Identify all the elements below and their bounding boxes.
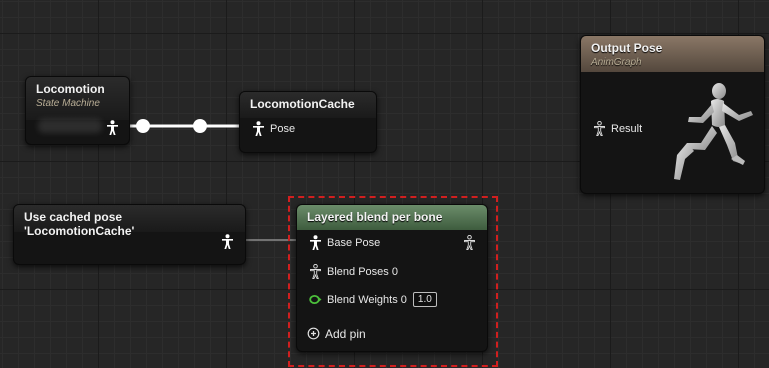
node-header: Output Pose AnimGraph bbox=[581, 36, 764, 72]
float-pin-icon[interactable] bbox=[309, 292, 322, 307]
node-title: Locomotion bbox=[36, 82, 105, 96]
wire-locomotion-to-cache[interactable] bbox=[119, 119, 252, 133]
node-header: Locomotion State Machine bbox=[26, 77, 129, 120]
node-title: LocomotionCache bbox=[250, 97, 355, 111]
blend-poses-pin-row[interactable]: Blend Poses 0 bbox=[309, 264, 398, 279]
state-machine-preview-thumbnail bbox=[38, 119, 102, 133]
base-pose-pin-row[interactable]: Base Pose bbox=[309, 235, 380, 250]
blend-weights-label: Blend Weights 0 bbox=[327, 293, 407, 306]
plus-circle-icon[interactable] bbox=[307, 326, 320, 341]
pose-pin-icon[interactable] bbox=[106, 120, 119, 135]
output-pose-node[interactable]: Output Pose AnimGraph Result bbox=[580, 35, 765, 194]
reroute-knot bbox=[193, 119, 207, 133]
node-title: Layered blend per bone bbox=[307, 210, 443, 224]
result-pin-label: Result bbox=[611, 122, 643, 135]
add-pin-button[interactable]: Add pin bbox=[307, 326, 366, 341]
pose-pin-icon[interactable] bbox=[252, 121, 265, 136]
running-mannequin-icon bbox=[674, 83, 753, 180]
locomotion-cache-node[interactable]: LocomotionCache Pose bbox=[239, 91, 377, 153]
node-header: Layered blend per bone bbox=[297, 205, 487, 230]
node-header: LocomotionCache bbox=[240, 92, 376, 118]
pose-pin-icon[interactable] bbox=[221, 234, 234, 249]
node-title: Use cached pose 'LocomotionCache' bbox=[24, 210, 135, 238]
reroute-knot bbox=[136, 119, 150, 133]
node-header: Use cached pose 'LocomotionCache' bbox=[14, 205, 245, 238]
blend-weights-pin-row[interactable]: Blend Weights 0 1.0 bbox=[309, 292, 437, 307]
pose-output-pin-icon[interactable] bbox=[463, 235, 476, 250]
base-pose-label: Base Pose bbox=[327, 236, 381, 249]
anim-graph-canvas[interactable]: Locomotion State Machine LocomotionCache… bbox=[0, 0, 769, 368]
pose-pin-label: Pose bbox=[270, 122, 296, 135]
add-pin-label: Add pin bbox=[325, 326, 366, 341]
layered-blend-per-bone-node[interactable]: Layered blend per bone Base Pose Blend P… bbox=[296, 204, 488, 352]
blend-poses-label: Blend Poses 0 bbox=[327, 265, 398, 278]
result-input-pin-row[interactable]: Result bbox=[593, 121, 642, 136]
pose-input-pin-row[interactable]: Pose bbox=[252, 121, 295, 136]
pose-pin-outline-icon[interactable] bbox=[593, 121, 606, 136]
blend-weights-value-field[interactable]: 1.0 bbox=[412, 292, 437, 307]
use-cached-pose-node[interactable]: Use cached pose 'LocomotionCache' bbox=[13, 204, 246, 265]
node-title: Output Pose bbox=[591, 41, 663, 55]
locomotion-state-machine-node[interactable]: Locomotion State Machine bbox=[25, 76, 130, 145]
node-subtitle: State Machine bbox=[36, 98, 100, 109]
pose-pin-icon[interactable] bbox=[309, 235, 322, 250]
node-subtitle: AnimGraph bbox=[591, 57, 642, 68]
pose-pin-outline-icon[interactable] bbox=[309, 264, 322, 279]
